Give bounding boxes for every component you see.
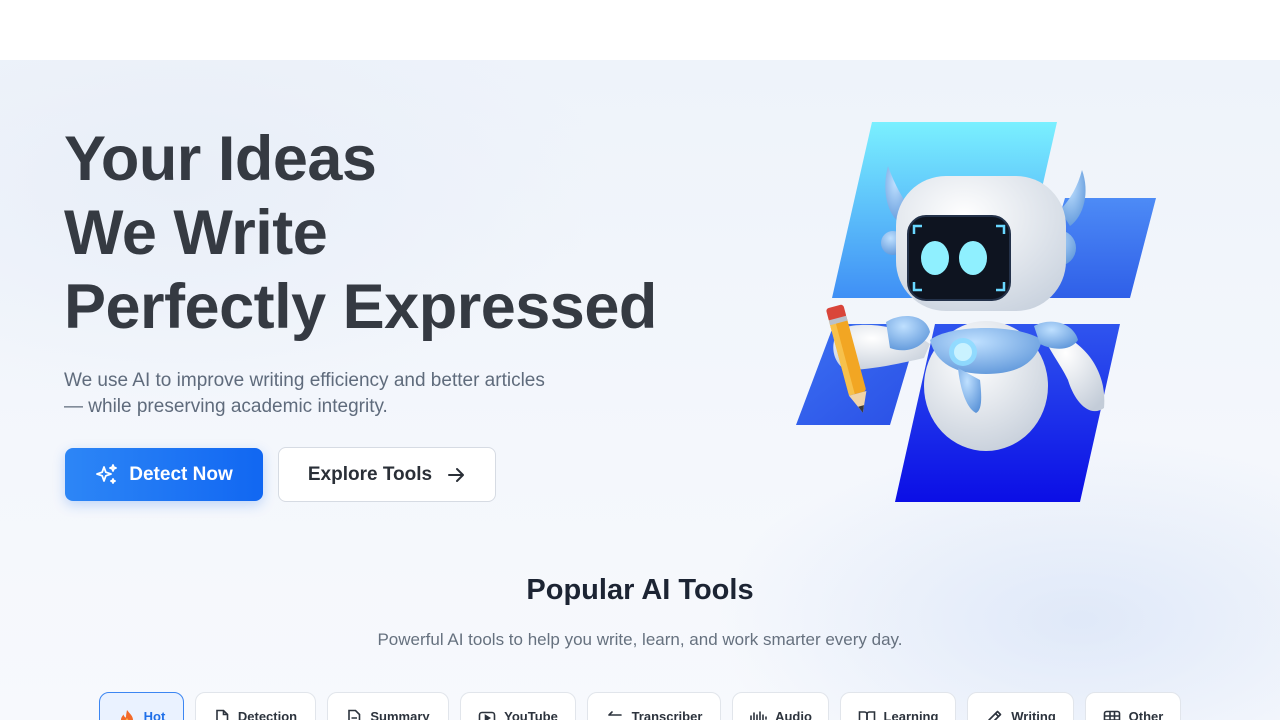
audio-bars-icon (749, 709, 767, 720)
tab-learning-label: Learning (883, 709, 939, 720)
popular-tools-subtitle: Powerful AI tools to help you write, lea… (377, 630, 903, 649)
tab-transcriber-label: Transcriber (631, 709, 703, 720)
subtext-line-1: We use AI to improve writing efficiency … (64, 370, 545, 391)
tab-summary-label: Summary (370, 709, 430, 720)
grid-icon (1103, 709, 1121, 720)
document-lines-icon (346, 709, 362, 720)
explore-tools-button[interactable]: Explore Tools (278, 447, 496, 502)
detect-now-button[interactable]: Detect Now (65, 448, 263, 501)
popular-tools-title: Popular AI Tools (526, 574, 754, 606)
top-navigation-bar (0, 0, 1280, 60)
tool-category-tabs: Hot Detection Summary YouTube Transcribe… (0, 692, 1280, 720)
tab-writing-label: Writing (1011, 709, 1056, 720)
tab-summary[interactable]: Summary (327, 692, 449, 720)
tab-learning[interactable]: Learning (840, 692, 956, 720)
tab-youtube-label: YouTube (504, 709, 558, 720)
arrow-right-icon (446, 465, 466, 485)
tab-audio-label: Audio (775, 709, 812, 720)
headline-line-1: Your Ideas (64, 124, 377, 194)
tab-other[interactable]: Other (1085, 692, 1181, 720)
arrows-swap-icon (606, 709, 624, 720)
tab-detection-label: Detection (237, 709, 298, 720)
tab-detection[interactable]: Detection (195, 692, 316, 720)
robot-mascot-illustration (790, 118, 1170, 508)
tab-transcriber[interactable]: Transcriber (587, 692, 721, 720)
subtext-line-2: — while preserving academic integrity. (64, 396, 388, 417)
tab-youtube[interactable]: YouTube (460, 692, 576, 720)
headline-line-3: Perfectly Expressed (64, 272, 657, 342)
video-play-icon (478, 709, 496, 720)
pencil-icon (985, 709, 1003, 720)
sparkle-icon (95, 463, 119, 487)
tab-writing[interactable]: Writing (967, 692, 1074, 720)
fire-icon (118, 709, 136, 720)
tab-audio[interactable]: Audio (732, 692, 829, 720)
tab-hot-label: Hot (143, 709, 166, 720)
explore-tools-label: Explore Tools (307, 463, 433, 485)
headline-line-2: We Write (64, 198, 328, 268)
tab-hot[interactable]: Hot (99, 692, 184, 720)
document-icon (214, 709, 230, 720)
hero-headline: Your Ideas We Write Perfectly Expressed (64, 122, 704, 344)
hero-subtext: We use AI to improve writing efficiency … (64, 368, 594, 420)
tab-other-label: Other (1128, 709, 1164, 720)
book-icon (858, 709, 876, 720)
detect-now-label: Detect Now (129, 463, 233, 485)
